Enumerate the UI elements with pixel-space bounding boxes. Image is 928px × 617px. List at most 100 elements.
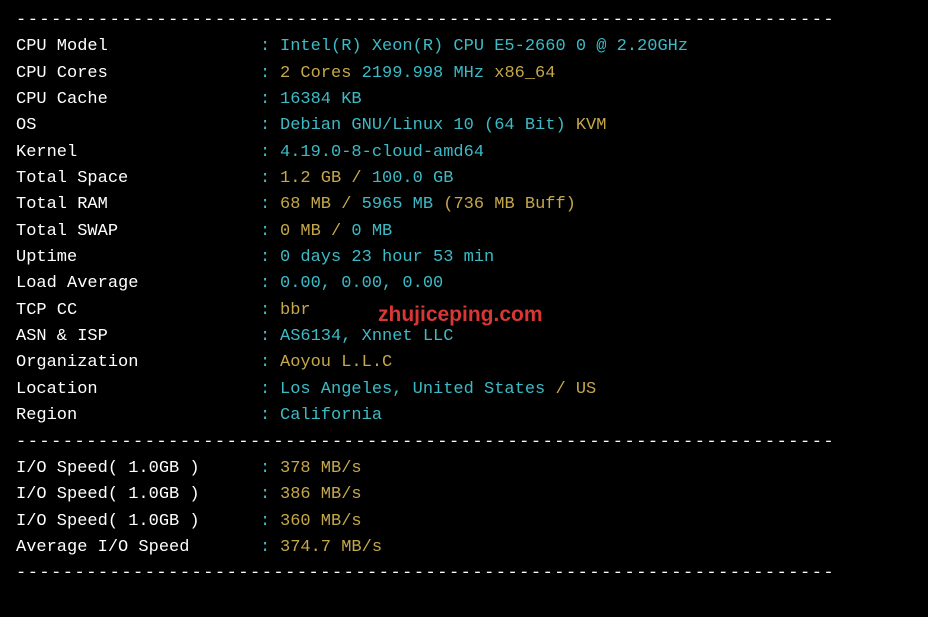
info-row: Load Average:0.00, 0.00, 0.00: [16, 271, 912, 297]
io-speed-block: I/O Speed( 1.0GB ):378 MB/sI/O Speed( 1.…: [16, 456, 912, 561]
colon: :: [260, 245, 280, 271]
colon: :: [260, 535, 280, 561]
value-part: 374.7 MB/s: [280, 538, 382, 557]
divider-bottom: ----------------------------------------…: [16, 561, 912, 587]
system-info-block: CPU Model:Intel(R) Xeon(R) CPU E5-2660 0…: [16, 34, 912, 429]
row-label: ASN & ISP: [16, 324, 260, 350]
info-row: Total SWAP:0 MB / 0 MB: [16, 219, 912, 245]
info-row: Total Space:1.2 GB / 100.0 GB: [16, 166, 912, 192]
row-value: 2 Cores 2199.998 MHz x86_64: [280, 61, 912, 87]
divider-mid: ----------------------------------------…: [16, 430, 912, 456]
colon: :: [260, 87, 280, 113]
io-row: I/O Speed( 1.0GB ):378 MB/s: [16, 456, 912, 482]
value-part: 100.0 GB: [372, 169, 454, 188]
row-value: 360 MB/s: [280, 509, 912, 535]
row-value: 0.00, 0.00, 0.00: [280, 271, 912, 297]
value-part: 2199.998 MHz: [351, 64, 494, 83]
value-part: 4.19.0-8-cloud-amd64: [280, 143, 484, 162]
row-value: Los Angeles, United States / US: [280, 377, 912, 403]
colon: :: [260, 271, 280, 297]
colon: :: [260, 324, 280, 350]
io-row: Average I/O Speed:374.7 MB/s: [16, 535, 912, 561]
row-label: I/O Speed( 1.0GB ): [16, 482, 260, 508]
row-label: Total SWAP: [16, 219, 260, 245]
value-part: Aoyou L.L.C: [280, 353, 392, 372]
value-part: 5965 MB: [362, 195, 444, 214]
value-part: 1.2 GB /: [280, 169, 372, 188]
colon: :: [260, 34, 280, 60]
row-value: 374.7 MB/s: [280, 535, 912, 561]
info-row: Region:California: [16, 403, 912, 429]
row-label: CPU Cores: [16, 61, 260, 87]
io-row: I/O Speed( 1.0GB ):386 MB/s: [16, 482, 912, 508]
colon: :: [260, 482, 280, 508]
row-label: Location: [16, 377, 260, 403]
value-part: 2 Cores: [280, 64, 351, 83]
colon: :: [260, 113, 280, 139]
row-value: 0 days 23 hour 53 min: [280, 245, 912, 271]
info-row: OS:Debian GNU/Linux 10 (64 Bit) KVM: [16, 113, 912, 139]
row-label: TCP CC: [16, 298, 260, 324]
row-value: 68 MB / 5965 MB (736 MB Buff): [280, 192, 912, 218]
row-value: bbr: [280, 298, 912, 324]
info-row: CPU Cores:2 Cores 2199.998 MHz x86_64: [16, 61, 912, 87]
row-value: 378 MB/s: [280, 456, 912, 482]
row-label: Kernel: [16, 140, 260, 166]
value-part: AS6134, Xnnet LLC: [280, 327, 453, 346]
colon: :: [260, 166, 280, 192]
row-label: Uptime: [16, 245, 260, 271]
value-part: 0 MB: [351, 222, 392, 241]
info-row: Uptime:0 days 23 hour 53 min: [16, 245, 912, 271]
row-value: 4.19.0-8-cloud-amd64: [280, 140, 912, 166]
info-row: CPU Model:Intel(R) Xeon(R) CPU E5-2660 0…: [16, 34, 912, 60]
colon: :: [260, 298, 280, 324]
colon: :: [260, 140, 280, 166]
colon: :: [260, 456, 280, 482]
row-label: CPU Model: [16, 34, 260, 60]
info-row: Total RAM:68 MB / 5965 MB (736 MB Buff): [16, 192, 912, 218]
value-part: 68 MB /: [280, 195, 362, 214]
info-row: CPU Cache:16384 KB: [16, 87, 912, 113]
value-part: 378 MB/s: [280, 459, 362, 478]
value-part: / US: [545, 380, 596, 399]
row-value: 1.2 GB / 100.0 GB: [280, 166, 912, 192]
info-row: TCP CC:bbr: [16, 298, 912, 324]
value-part: Debian GNU/Linux 10 (64 Bit): [280, 116, 566, 135]
row-value: 16384 KB: [280, 87, 912, 113]
value-part: 0 MB /: [280, 222, 351, 241]
row-label: Load Average: [16, 271, 260, 297]
value-part: 0 days 23 hour 53 min: [280, 248, 494, 267]
row-label: I/O Speed( 1.0GB ): [16, 509, 260, 535]
info-row: Organization:Aoyou L.L.C: [16, 350, 912, 376]
colon: :: [260, 377, 280, 403]
row-label: Total RAM: [16, 192, 260, 218]
row-value: AS6134, Xnnet LLC: [280, 324, 912, 350]
value-part: Intel(R) Xeon(R) CPU E5-2660 0 @ 2.20GHz: [280, 37, 688, 56]
value-part: 0.00, 0.00, 0.00: [280, 274, 443, 293]
divider-top: ----------------------------------------…: [16, 8, 912, 34]
colon: :: [260, 192, 280, 218]
io-row: I/O Speed( 1.0GB ):360 MB/s: [16, 509, 912, 535]
info-row: Kernel:4.19.0-8-cloud-amd64: [16, 140, 912, 166]
value-part: 16384 KB: [280, 90, 362, 109]
value-part: California: [280, 406, 382, 425]
row-label: I/O Speed( 1.0GB ): [16, 456, 260, 482]
value-part: (736 MB Buff): [443, 195, 576, 214]
value-part: x86_64: [494, 64, 555, 83]
row-label: Average I/O Speed: [16, 535, 260, 561]
colon: :: [260, 509, 280, 535]
value-part: KVM: [566, 116, 607, 135]
value-part: bbr: [280, 301, 311, 320]
row-label: CPU Cache: [16, 87, 260, 113]
colon: :: [260, 219, 280, 245]
row-value: 0 MB / 0 MB: [280, 219, 912, 245]
row-value: Debian GNU/Linux 10 (64 Bit) KVM: [280, 113, 912, 139]
value-part: 386 MB/s: [280, 485, 362, 504]
row-value: California: [280, 403, 912, 429]
value-part: 360 MB/s: [280, 512, 362, 531]
info-row: ASN & ISP:AS6134, Xnnet LLC: [16, 324, 912, 350]
row-value: Aoyou L.L.C: [280, 350, 912, 376]
row-value: Intel(R) Xeon(R) CPU E5-2660 0 @ 2.20GHz: [280, 34, 912, 60]
row-label: Organization: [16, 350, 260, 376]
value-part: Los Angeles, United States: [280, 380, 545, 399]
